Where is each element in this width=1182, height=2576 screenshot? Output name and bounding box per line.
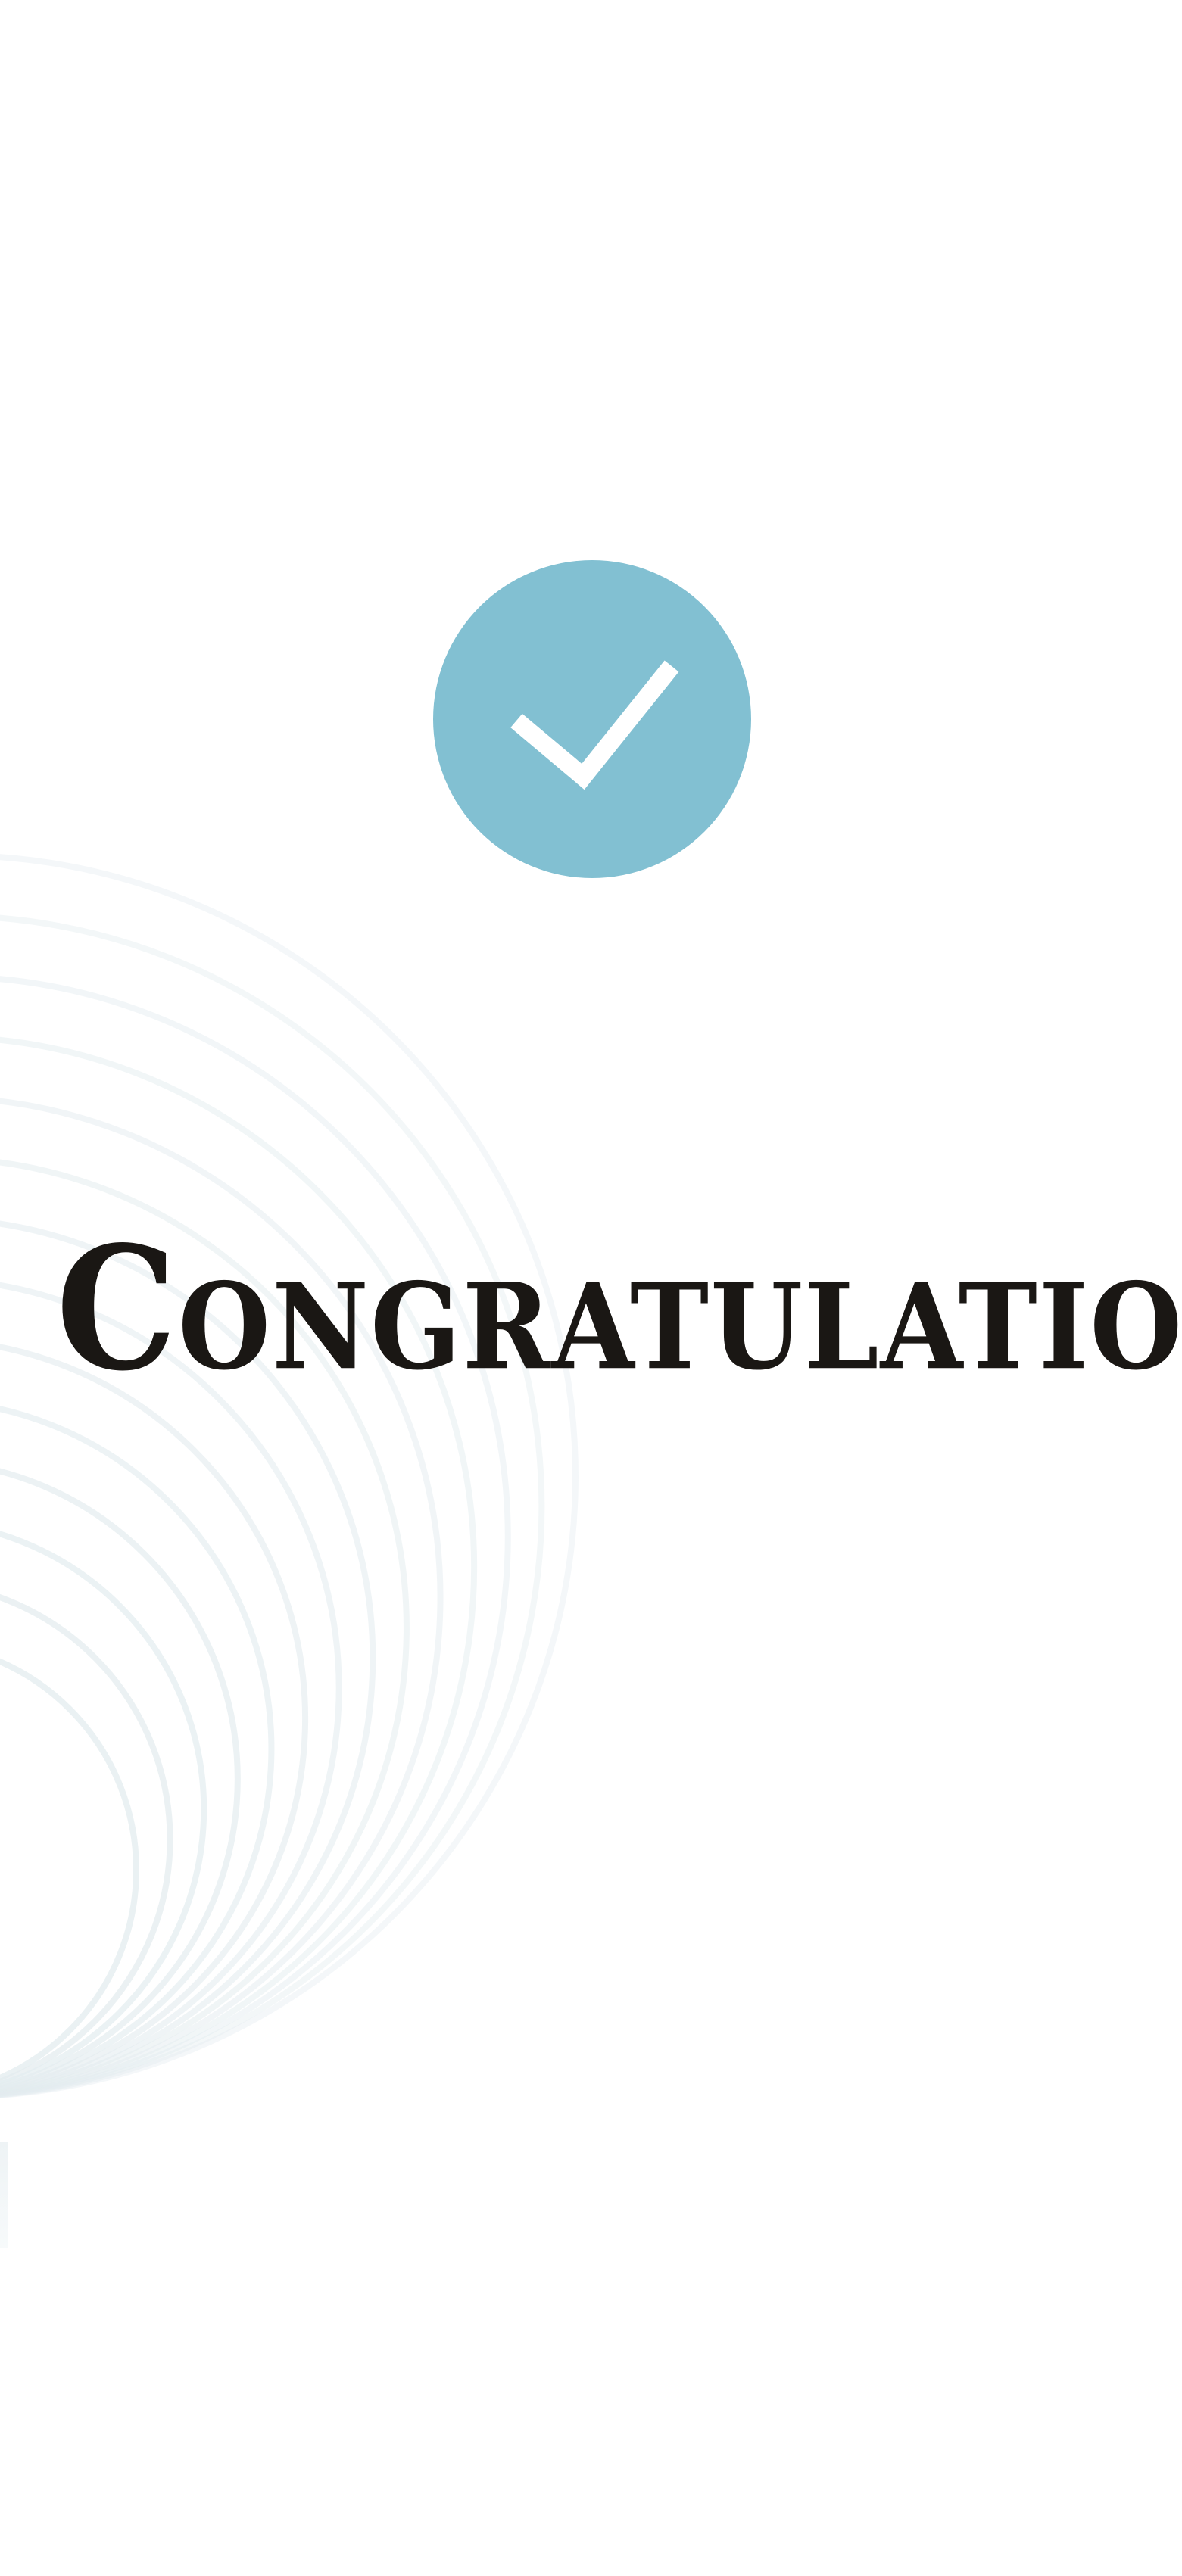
congratulations-screen: Congratulations	[0, 0, 1182, 2576]
background-pattern-edge	[0, 2142, 8, 2248]
congratulations-title: Congratulations	[56, 1209, 1182, 1409]
ripple-ring	[0, 854, 579, 2098]
ripple-ring	[0, 976, 511, 2098]
check-circle-icon	[433, 560, 751, 878]
